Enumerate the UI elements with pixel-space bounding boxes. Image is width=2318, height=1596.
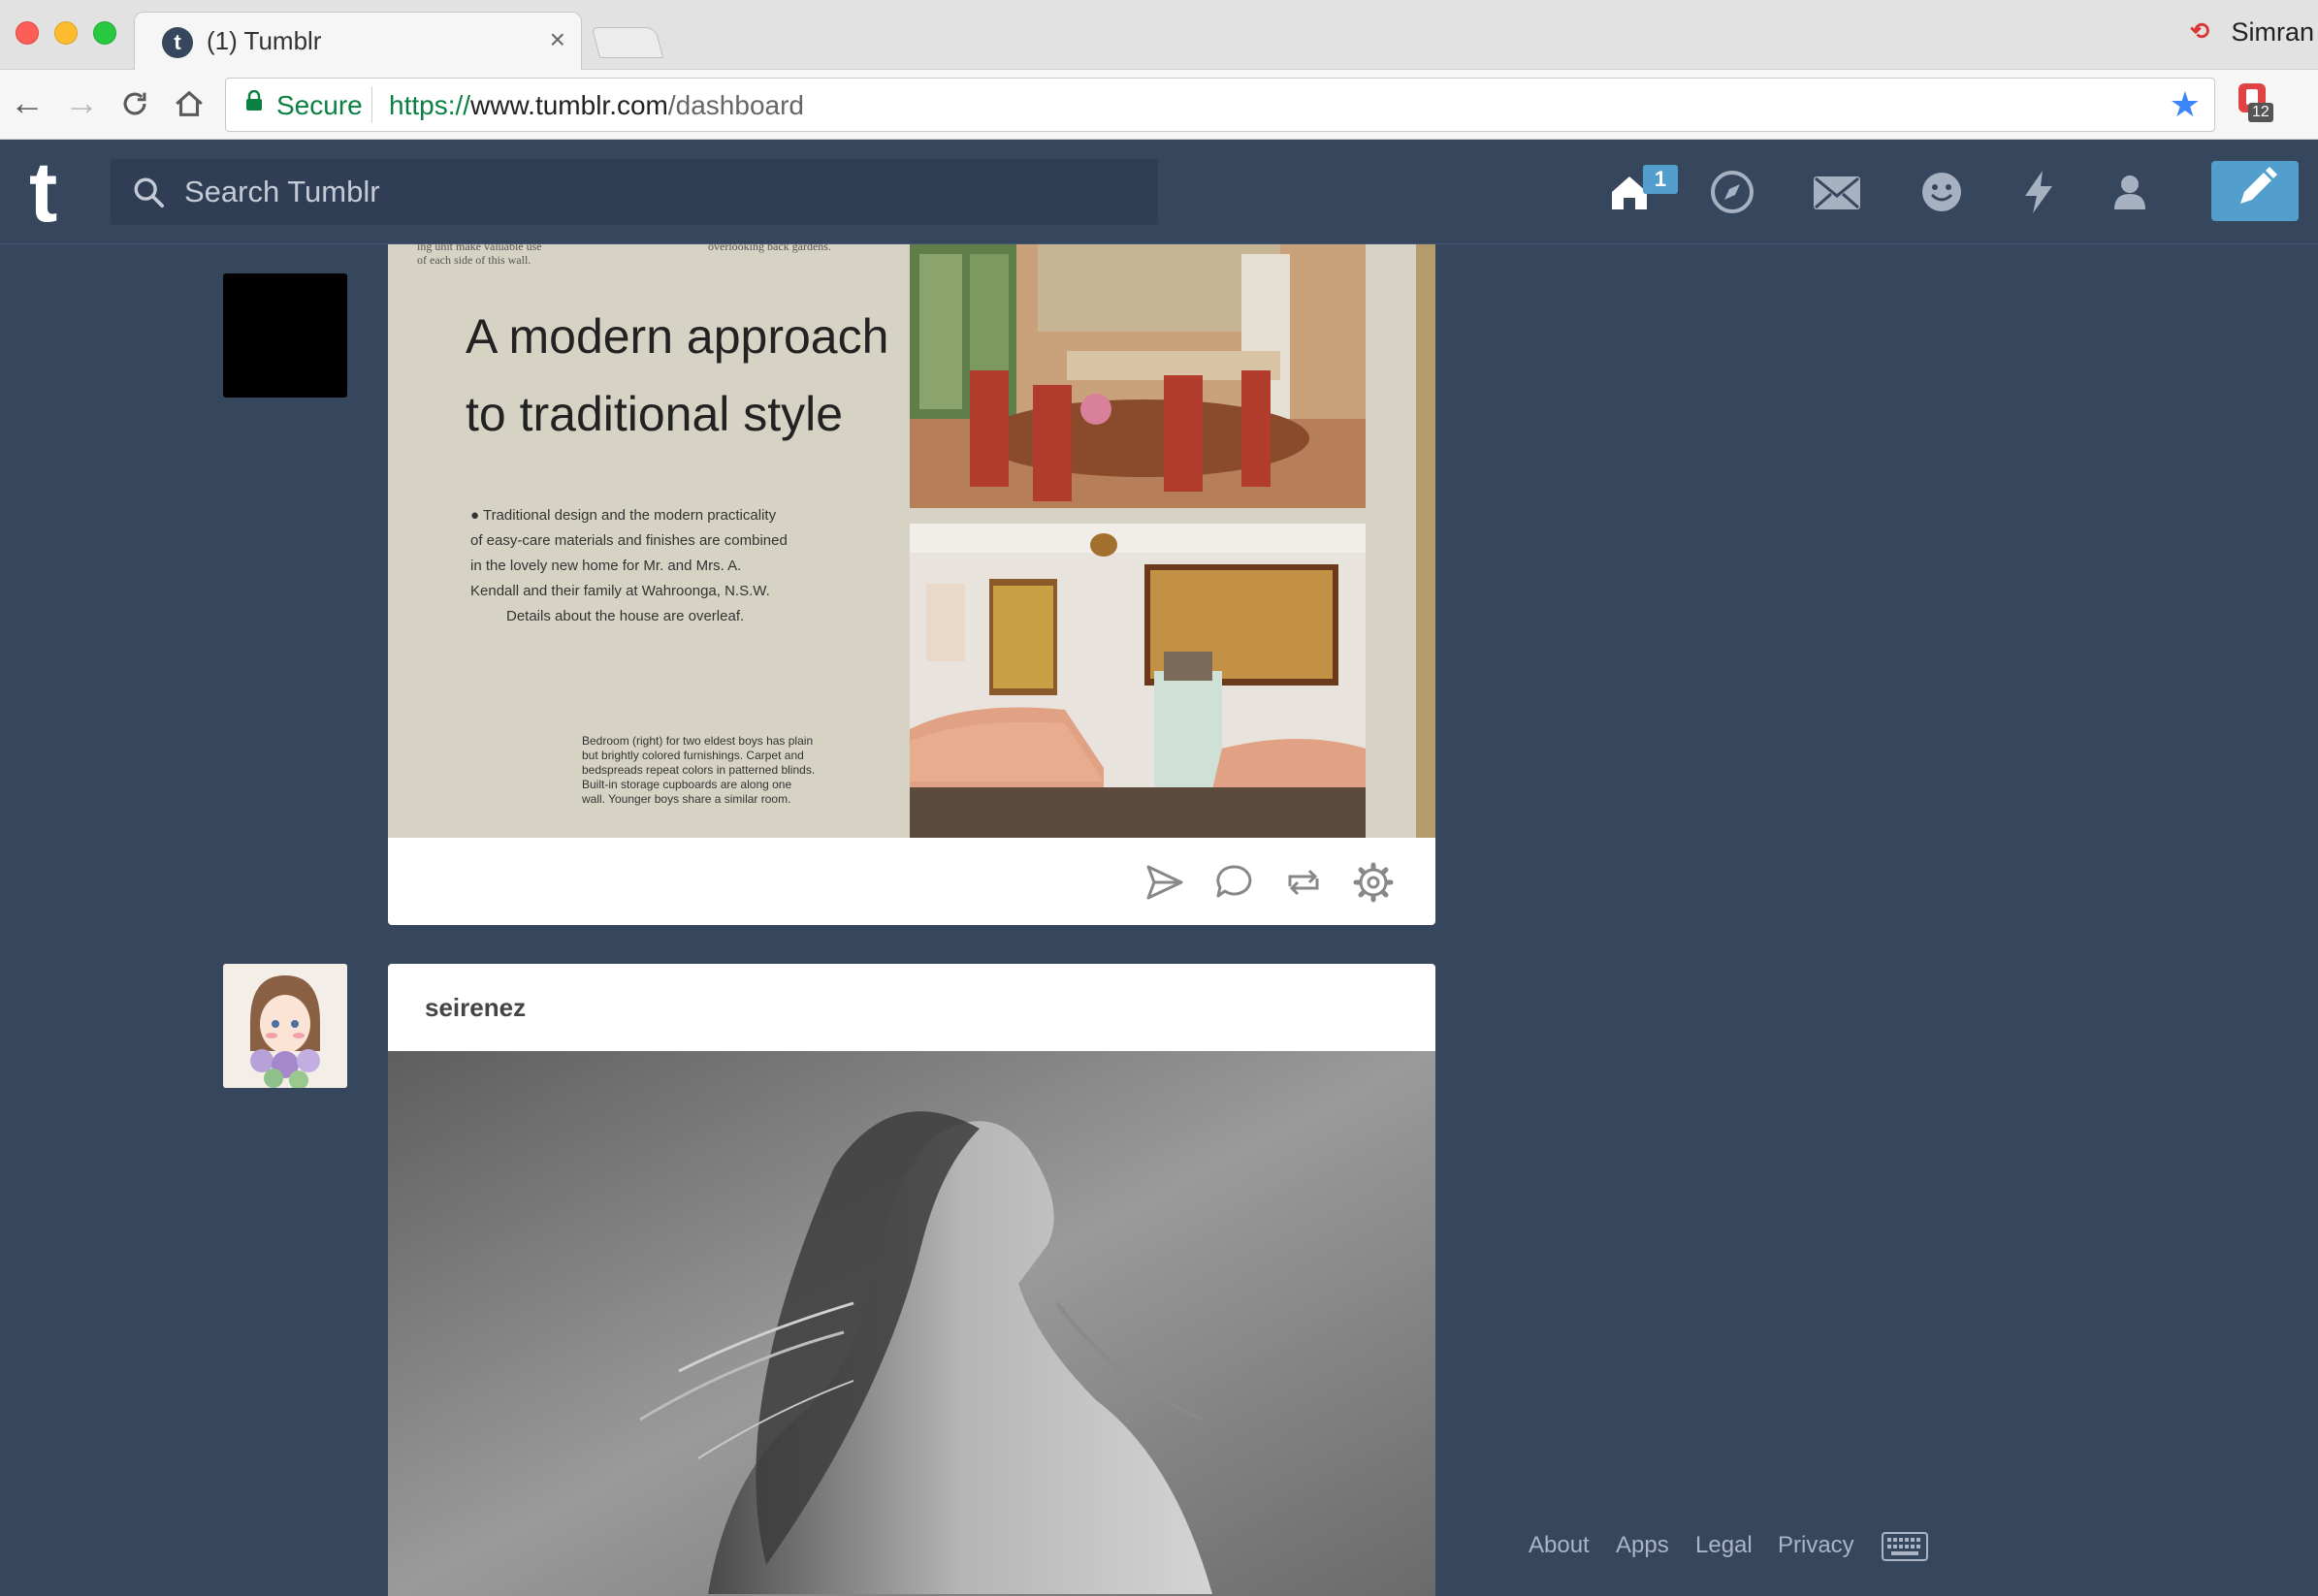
url-text[interactable]: https://www.tumblr.com/dashboard [389,90,804,121]
extension-badge: 12 [2248,103,2273,122]
post-footer [388,838,1435,925]
url-divider [371,86,372,123]
pencil-icon [2240,167,2277,204]
magazine-caption-2: but brightly colored furnishings. Carpet… [582,749,804,762]
post-photo[interactable] [388,1051,1435,1596]
post: seirenez [388,964,1435,1596]
fragment-text-3: overlooking back gardens. [708,244,831,253]
lightning-icon[interactable] [2012,165,2066,219]
profile-button[interactable]: Simran [2231,17,2314,48]
url-host: www.tumblr.com [470,90,668,120]
tumblr-header: t 1 [0,140,2318,244]
magazine-page-image: ing unit make valuable use of each side … [388,244,1435,838]
new-tab-button[interactable] [591,27,664,58]
secure-label: Secure [276,90,363,120]
search-icon [134,177,165,208]
address-bar[interactable]: Secure https://www.tumblr.com/dashboard … [225,78,2215,132]
magazine-headline-2: to traditional style [466,387,843,441]
avatar[interactable] [223,964,347,1088]
dining-room-photo [910,244,1366,508]
back-arrow-icon[interactable]: ← [10,83,45,122]
url-path: /dashboard [667,90,804,120]
magazine-caption-5: wall. Younger boys share a similar room. [581,792,790,806]
minimize-window-button[interactable] [54,21,78,45]
tumblr-logo[interactable]: t [29,149,57,235]
fragment-text-1: ing unit make valuable use [417,244,542,253]
post-photo[interactable]: ing unit make valuable use of each side … [388,244,1435,838]
forward-arrow-icon[interactable]: → [64,83,99,122]
magazine-body-3: in the lovely new home for Mr. and Mrs. … [470,558,741,574]
compass-icon[interactable] [1705,165,1759,219]
bookmark-star-icon[interactable]: ★ [2170,84,2201,125]
magazine-headline-1: A modern approach [466,309,888,364]
compose-button[interactable] [2211,161,2299,221]
magazine-body-4: Kendall and their family at Wahroonga, N… [470,583,770,599]
reply-icon[interactable] [1212,861,1255,904]
magazine-body-2: of easy-care materials and finishes are … [470,532,788,549]
keyboard-icon[interactable] [1882,1532,1928,1561]
blog-name-link[interactable]: seirenez [425,993,526,1023]
post-header: seirenez [388,964,1435,1051]
smiley-chat-icon[interactable] [1915,165,1969,219]
maximize-window-button[interactable] [93,21,116,45]
share-icon[interactable] [1143,861,1185,904]
magazine-caption-3: bedspreads repeat colors in patterned bl… [582,763,815,777]
browser-menu-icon[interactable]: ⋮ [2304,75,2318,108]
magazine-caption-4: Built-in storage cupboards are along one [582,778,791,791]
unread-count-badge: 1 [1643,165,1678,194]
reload-icon[interactable] [118,83,151,128]
browser-toolbar: ← → Secure https://www.tumblr.com/dashbo… [0,70,2318,140]
magazine-body-1: ● Traditional design and the modern prac… [470,507,777,524]
privacy-link[interactable]: Privacy [1778,1532,1854,1559]
tab-title: (1) Tumblr [207,26,322,55]
sync-error-icon[interactable]: ⟲ [2190,17,2209,46]
browser-tab-tumblr[interactable]: t (1) Tumblr × [134,12,582,71]
post: ing unit make valuable use of each side … [388,244,1435,925]
home-icon[interactable] [173,83,206,128]
search-box[interactable] [111,159,1158,225]
user-icon[interactable] [2103,165,2157,219]
bedroom-photo [910,524,1366,838]
search-input[interactable] [184,159,1135,225]
reblog-icon[interactable] [1282,861,1325,904]
url-scheme: https:// [389,90,471,120]
magazine-body-5: Details about the house are overleaf. [506,608,744,624]
close-window-button[interactable] [16,21,39,45]
magazine-caption-1: Bedroom (right) for two eldest boys has … [582,734,813,748]
settings-gear-icon[interactable] [1352,861,1395,904]
lock-icon [246,90,262,111]
apps-link[interactable]: Apps [1616,1532,1669,1559]
close-tab-icon[interactable]: × [550,24,565,55]
fragment-text-2: of each side of this wall. [417,253,531,267]
legal-link[interactable]: Legal [1695,1532,1753,1559]
mail-icon[interactable] [1810,165,1864,219]
avatar[interactable] [223,273,347,398]
about-link[interactable]: About [1529,1532,1590,1559]
avatar-illustration [223,964,347,1088]
portrait-photo [388,1051,1435,1596]
tumblr-favicon-icon: t [162,27,193,58]
browser-tab-bar: t (1) Tumblr × ⟲ Simran [0,0,2318,71]
